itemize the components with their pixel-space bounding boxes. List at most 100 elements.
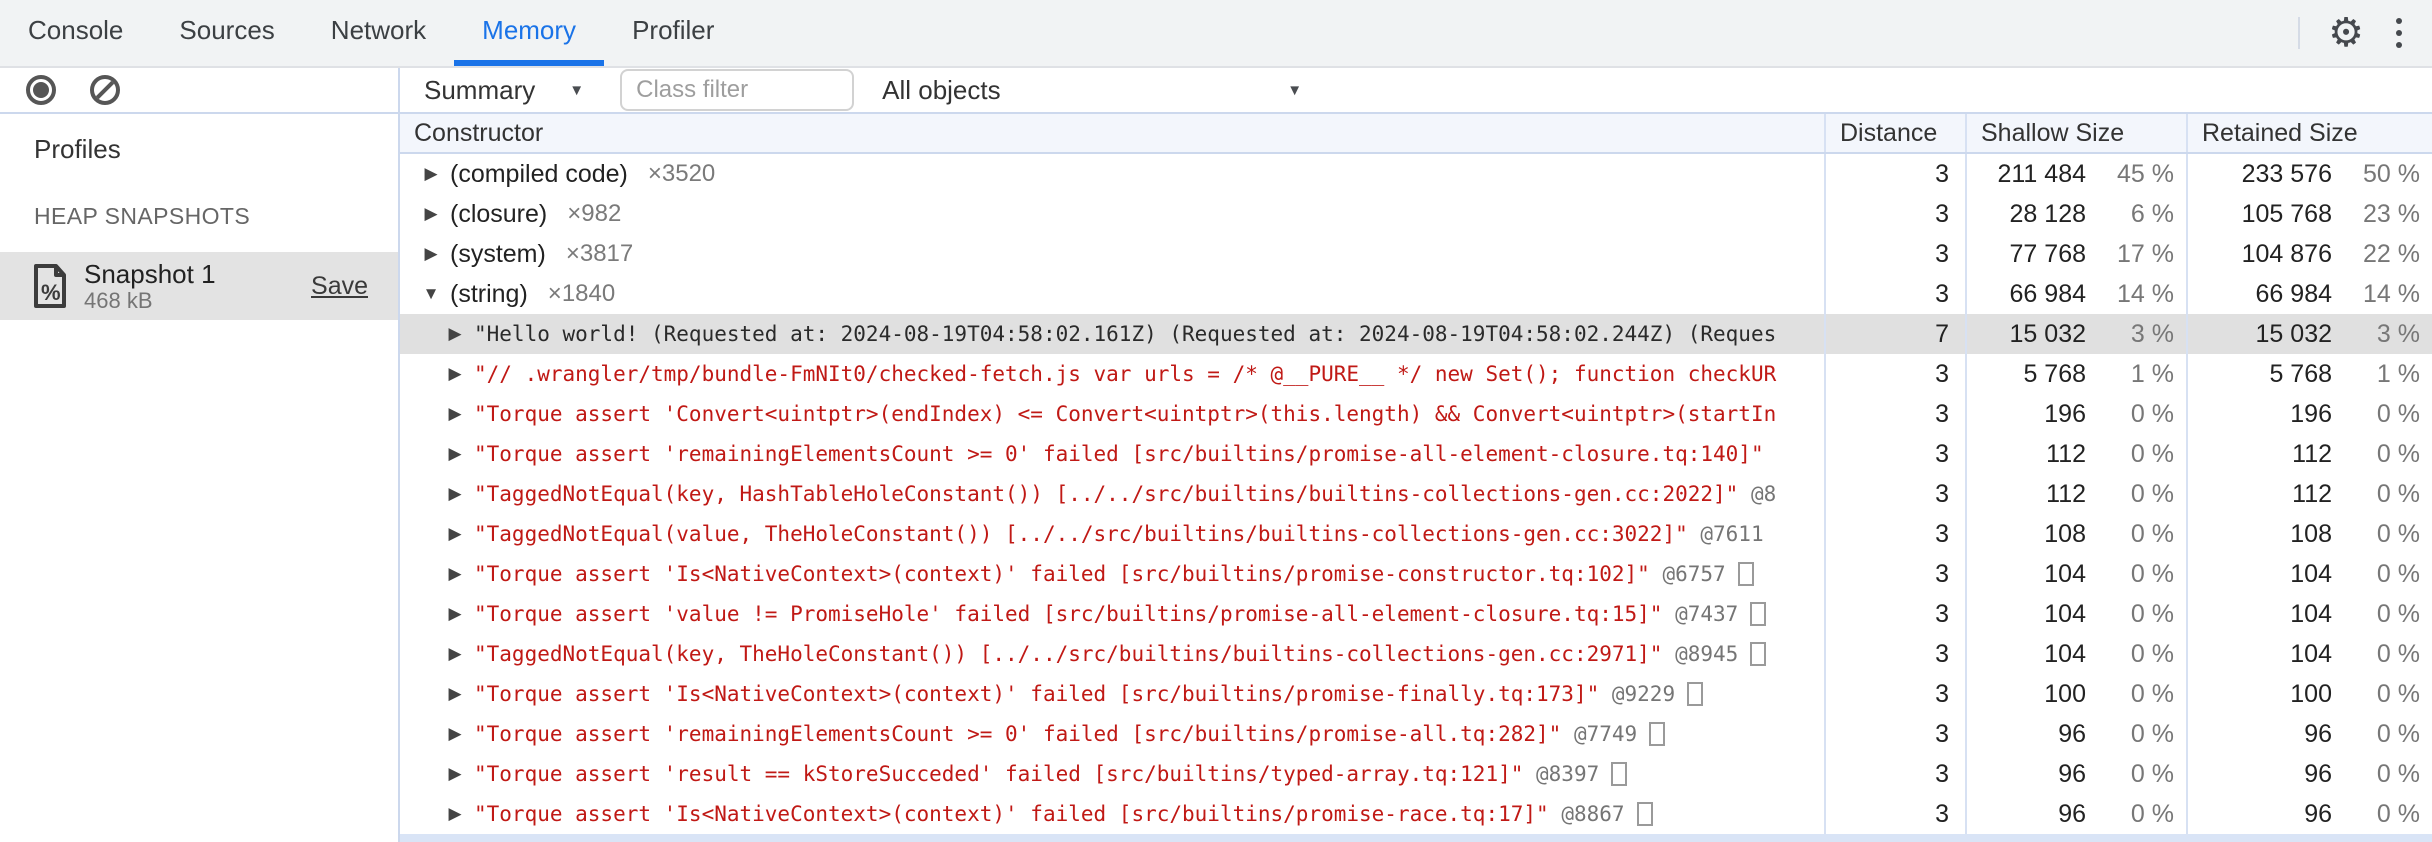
constructor-cell: ▶ "Torque assert 'Convert<uintptr>(endInd… [400, 394, 1824, 434]
string-value: "Torque assert 'remainingElementsCount >… [474, 722, 1562, 746]
table-row[interactable]: ▶ "// .wrangler/tmp/bundle-FmNIt0/checked… [400, 354, 2432, 394]
table-row[interactable]: ▶ "Torque assert 'value != PromiseHole' f… [400, 594, 2432, 634]
perspective-select[interactable]: Summary ▼ [424, 75, 584, 106]
size-percent: 50 % [2363, 159, 2420, 188]
table-row[interactable]: ▶ (closure) ×982 3 28 128 6 % 105 768 23 % [400, 194, 2432, 234]
retained-size-cell: 5 768 1 % [2186, 354, 2432, 394]
string-value: "Torque assert 'Is<NativeContext>(contex… [474, 802, 1549, 826]
disclosure-triangle-icon[interactable]: ▶ [440, 564, 470, 584]
size-value: 15 032 [2009, 319, 2086, 348]
table-row[interactable]: ▶ "Torque assert 'remainingElementsCount … [400, 714, 2432, 754]
table-row[interactable]: ▶ "Torque assert 'Is<NativeContext>(conte… [400, 554, 2432, 594]
record-heap-snapshot-button[interactable] [22, 71, 60, 109]
disclosure-triangle-icon[interactable]: ▶ [440, 644, 470, 664]
retained-size-cell: 96 0 % [2186, 794, 2432, 834]
table-row[interactable]: ▶ "TaggedNotEqual(value, TheHoleConstant(… [400, 514, 2432, 554]
snapshot-name: Snapshot 1 [84, 259, 216, 289]
table-row[interactable]: ▶ "TaggedNotEqual(key, HashTableHoleConst… [400, 474, 2432, 514]
disclosure-triangle-icon[interactable]: ▶ [440, 324, 470, 344]
chevron-down-icon: ▼ [569, 81, 585, 99]
shallow-size-cell: 211 484 45 % [1965, 154, 2186, 194]
grid-header: Constructor Distance Shallow Size Retain… [400, 114, 2432, 154]
tab-memory[interactable]: Memory [454, 0, 605, 66]
shallow-size-cell: 96 0 % [1965, 754, 2186, 794]
tab-profiler[interactable]: Profiler [604, 0, 742, 66]
distance-cell: 3 [1824, 754, 1965, 794]
distance-cell: 3 [1824, 474, 1965, 514]
size-percent: 0 % [2130, 399, 2174, 428]
perspective-select-value: Summary [424, 74, 536, 105]
objects-scope-select[interactable]: All objects ▼ [882, 75, 1302, 106]
clear-icon [90, 75, 120, 105]
clear-profiles-button[interactable] [86, 71, 124, 109]
retained-size-cell: 112 0 % [2186, 434, 2432, 474]
disclosure-triangle-icon[interactable]: ▶ [440, 444, 470, 464]
table-row[interactable]: ▶ "Torque assert 'result == kStoreSuccede… [400, 754, 2432, 794]
disclosure-triangle-icon[interactable]: ▶ [416, 204, 446, 224]
grid-bottom-edge [400, 834, 2432, 842]
size-percent: 14 % [2363, 279, 2420, 308]
disclosure-triangle-icon[interactable]: ▶ [440, 804, 470, 824]
size-percent: 0 % [2130, 559, 2174, 588]
disclosure-triangle-icon[interactable]: ▶ [440, 764, 470, 784]
constructor-cell: ▶ "TaggedNotEqual(value, TheHoleConstant(… [400, 514, 1824, 554]
retained-size-cell: 15 032 3 % [2186, 314, 2432, 354]
size-percent: 0 % [2130, 439, 2174, 468]
string-value: "Torque assert 'Is<NativeContext>(contex… [474, 562, 1650, 586]
more-options-kebab-icon[interactable] [2392, 14, 2406, 52]
constructor-cell: ▶ "Torque assert 'Is<NativeContext>(conte… [400, 554, 1824, 594]
object-id: @8945 [1662, 642, 1739, 666]
disclosure-triangle-icon[interactable]: ▼ [416, 284, 446, 304]
profiles-sidebar: Profiles HEAP SNAPSHOTS % Snapshot 1 468… [0, 68, 400, 842]
shallow-size-cell: 104 0 % [1965, 594, 2186, 634]
sidebar-item-snapshot-1[interactable]: % Snapshot 1 468 kB Save [0, 252, 398, 320]
retained-size-cell: 100 0 % [2186, 674, 2432, 714]
table-row[interactable]: ▶ "Torque assert 'Is<NativeContext>(conte… [400, 794, 2432, 834]
missing-glyph-box-icon [1636, 802, 1653, 826]
table-row[interactable]: ▶ "Hello world! (Requested at: 2024-08-19… [400, 314, 2432, 354]
tab-sources[interactable]: Sources [151, 0, 302, 66]
disclosure-triangle-icon[interactable]: ▶ [440, 484, 470, 504]
retained-size-cell: 96 0 % [2186, 714, 2432, 754]
disclosure-triangle-icon[interactable]: ▶ [416, 244, 446, 264]
distance-cell: 3 [1824, 154, 1965, 194]
size-value: 196 [2044, 399, 2086, 428]
table-row[interactable]: ▶ "Torque assert 'Convert<uintptr>(endInd… [400, 394, 2432, 434]
table-row[interactable]: ▶ "Torque assert 'remainingElementsCount … [400, 434, 2432, 474]
size-value: 100 [2290, 679, 2332, 708]
table-row[interactable]: ▶ "Torque assert 'Is<NativeContext>(conte… [400, 674, 2432, 714]
class-filter-input[interactable] [620, 69, 855, 111]
tab-network[interactable]: Network [303, 0, 454, 66]
disclosure-triangle-icon[interactable]: ▶ [440, 364, 470, 384]
column-header-shallow-size[interactable]: Shallow Size [1965, 114, 2186, 152]
toolbar-divider [2298, 17, 2301, 49]
table-row[interactable]: ▶ "TaggedNotEqual(key, TheHoleConstant())… [400, 634, 2432, 674]
retained-size-cell: 104 876 22 % [2186, 234, 2432, 274]
size-value: 66 984 [2255, 279, 2332, 308]
settings-gear-icon[interactable]: ⚙ [2328, 13, 2364, 53]
table-row[interactable]: ▼ (string) ×1840 3 66 984 14 % 66 984 14 % [400, 274, 2432, 314]
size-value: 112 [2292, 479, 2332, 508]
table-row[interactable]: ▶ (system) ×3817 3 77 768 17 % 104 876 22 % [400, 234, 2432, 274]
size-value: 104 [2290, 559, 2332, 588]
column-header-constructor[interactable]: Constructor [400, 114, 1824, 152]
disclosure-triangle-icon[interactable]: ▶ [440, 524, 470, 544]
table-row[interactable]: ▶ (compiled code) ×3520 3 211 484 45 % 233 576… [400, 154, 2432, 194]
disclosure-triangle-icon[interactable]: ▶ [440, 404, 470, 424]
retained-size-cell: 104 0 % [2186, 594, 2432, 634]
distance-cell: 3 [1824, 554, 1965, 594]
column-header-distance[interactable]: Distance [1824, 114, 1965, 152]
size-percent: 0 % [2130, 679, 2174, 708]
size-value: 112 [2292, 439, 2332, 468]
missing-glyph-box-icon [1750, 602, 1767, 626]
disclosure-triangle-icon[interactable]: ▶ [440, 604, 470, 624]
save-link[interactable]: Save [311, 272, 368, 301]
column-header-retained-size[interactable]: Retained Size [2186, 114, 2432, 152]
tab-console[interactable]: Console [0, 0, 151, 66]
disclosure-triangle-icon[interactable]: ▶ [416, 164, 446, 184]
size-percent: 0 % [2376, 759, 2420, 788]
disclosure-triangle-icon[interactable]: ▶ [440, 724, 470, 744]
size-percent: 1 % [2376, 359, 2420, 388]
string-value: "Torque assert 'Is<NativeContext>(contex… [474, 682, 1600, 706]
disclosure-triangle-icon[interactable]: ▶ [440, 684, 470, 704]
